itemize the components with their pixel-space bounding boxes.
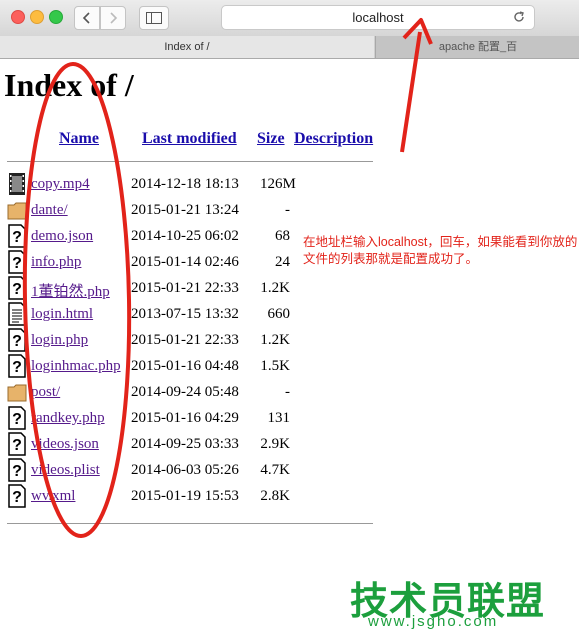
svg-text:?: ? xyxy=(12,255,22,272)
file-row: post/2014-09-24 05:48 - xyxy=(0,380,579,406)
watermark-url: www.jsgho.com xyxy=(368,613,499,630)
file-modified: 2014-12-18 18:13 xyxy=(131,176,239,192)
file-modified: 2015-01-21 13:24 xyxy=(131,202,239,218)
file-link[interactable]: 1董铂然.php xyxy=(31,280,110,301)
tab-index[interactable]: Index of / xyxy=(0,36,374,58)
address-bar-url: localhost xyxy=(352,10,404,25)
unknown-file-icon: ? xyxy=(7,458,27,487)
file-modified: 2014-06-03 05:26 xyxy=(131,462,239,478)
unknown-file-icon: ? xyxy=(7,224,27,253)
zoom-window-button[interactable] xyxy=(49,10,63,24)
tab-apache-config[interactable]: apache 配置_百 xyxy=(375,36,579,58)
svg-text:?: ? xyxy=(12,463,22,480)
back-button[interactable] xyxy=(74,6,100,30)
file-modified: 2015-01-21 22:33 xyxy=(131,280,239,296)
file-modified: 2014-10-25 06:02 xyxy=(131,228,239,244)
file-row: ? loginhmac.php 2015-01-16 04:48 1.5K xyxy=(0,354,579,380)
forward-button[interactable] xyxy=(100,6,126,30)
file-size: 68 xyxy=(275,228,290,244)
unknown-file-icon: ? xyxy=(7,328,27,357)
svg-text:?: ? xyxy=(12,411,22,428)
movie-icon xyxy=(7,172,27,201)
address-bar[interactable]: localhost xyxy=(221,5,535,30)
svg-text:?: ? xyxy=(12,281,22,298)
file-modified: 2015-01-16 04:48 xyxy=(131,358,239,374)
file-size: 1.5K xyxy=(260,358,290,374)
file-size: 2.9K xyxy=(260,436,290,452)
file-row: copy.mp4 2014-12-18 18:13 126M xyxy=(0,172,579,198)
page-title: Index of / xyxy=(4,67,134,103)
svg-text:?: ? xyxy=(12,359,22,376)
file-row: dante/2015-01-21 13:24 - xyxy=(0,198,579,224)
file-row: ? 1董铂然.php 2015-01-21 22:33 1.2K xyxy=(0,276,579,302)
reload-icon[interactable] xyxy=(512,10,526,24)
file-row: ? wv.xml 2015-01-19 15:53 2.8K xyxy=(0,484,579,510)
file-size: 1.2K xyxy=(260,332,290,348)
file-row: ? videos.plist 2014-06-03 05:26 4.7K xyxy=(0,458,579,484)
unknown-file-icon: ? xyxy=(7,406,27,435)
svg-text:?: ? xyxy=(12,333,22,350)
column-header-description[interactable]: Description xyxy=(294,130,373,148)
file-size: 1.2K xyxy=(260,280,290,296)
folder-icon xyxy=(7,380,27,409)
column-header-size[interactable]: Size xyxy=(257,130,285,148)
file-size: - xyxy=(285,384,290,400)
header-divider xyxy=(7,161,373,162)
file-link[interactable]: wv.xml xyxy=(31,488,75,505)
unknown-file-icon: ? xyxy=(7,276,27,305)
file-link[interactable]: videos.json xyxy=(31,436,99,453)
file-link[interactable]: login.php xyxy=(31,332,88,349)
unknown-file-icon: ? xyxy=(7,250,27,279)
file-size: 4.7K xyxy=(260,462,290,478)
file-modified: 2013-07-15 13:32 xyxy=(131,306,239,322)
file-link[interactable]: info.php xyxy=(31,254,81,271)
file-link[interactable]: copy.mp4 xyxy=(31,176,90,193)
unknown-file-icon: ? xyxy=(7,484,27,513)
column-header-name[interactable]: Name xyxy=(59,130,99,148)
chevron-left-icon xyxy=(82,12,90,24)
svg-text:?: ? xyxy=(12,229,22,246)
file-modified: 2014-09-24 05:48 xyxy=(131,384,239,400)
file-size: 131 xyxy=(267,410,291,426)
file-row: ? login.php 2015-01-21 22:33 1.2K xyxy=(0,328,579,354)
unknown-file-icon: ? xyxy=(7,432,27,461)
file-link[interactable]: post/ xyxy=(31,384,60,401)
file-size: - xyxy=(285,202,290,218)
file-size: 24 xyxy=(275,254,290,270)
minimize-window-button[interactable] xyxy=(30,10,44,24)
file-modified: 2015-01-19 15:53 xyxy=(131,488,239,504)
page-content: Index of / Name Last modified Size Descr… xyxy=(0,58,579,630)
footer-divider xyxy=(7,523,373,524)
sidebar-toggle-button[interactable] xyxy=(139,6,169,30)
file-link[interactable]: randkey.php xyxy=(31,410,105,427)
file-size: 2.8K xyxy=(260,488,290,504)
file-size: 660 xyxy=(267,306,291,322)
browser-toolbar: localhost xyxy=(0,0,579,37)
file-link[interactable]: dante/ xyxy=(31,202,68,219)
file-row: ? videos.json 2014-09-25 03:33 2.9K xyxy=(0,432,579,458)
file-row: ? randkey.php 2015-01-16 04:29 131 xyxy=(0,406,579,432)
file-link[interactable]: loginhmac.php xyxy=(31,358,121,375)
tab-bar: Index of / apache 配置_百 xyxy=(0,36,579,59)
file-row: login.html 2013-07-15 13:32 660 xyxy=(0,302,579,328)
text-file-icon xyxy=(7,302,27,331)
svg-text:?: ? xyxy=(12,437,22,454)
sidebar-icon xyxy=(146,12,162,24)
annotation-note: 在地址栏输入localhost，回车，如果能看到你放的文件的列表那就是配置成功了… xyxy=(303,235,578,266)
chevron-right-icon xyxy=(110,12,118,24)
file-modified: 2015-01-21 22:33 xyxy=(131,332,239,348)
folder-icon xyxy=(7,198,27,227)
svg-text:?: ? xyxy=(12,489,22,506)
column-header-last-modified[interactable]: Last modified xyxy=(142,130,237,148)
file-modified: 2014-09-25 03:33 xyxy=(131,436,239,452)
file-link[interactable]: login.html xyxy=(31,306,93,323)
close-window-button[interactable] xyxy=(11,10,25,24)
file-modified: 2015-01-14 02:46 xyxy=(131,254,239,270)
file-size: 126M xyxy=(260,176,296,192)
file-link[interactable]: videos.plist xyxy=(31,462,100,479)
file-link[interactable]: demo.json xyxy=(31,228,93,245)
file-modified: 2015-01-16 04:29 xyxy=(131,410,239,426)
unknown-file-icon: ? xyxy=(7,354,27,383)
